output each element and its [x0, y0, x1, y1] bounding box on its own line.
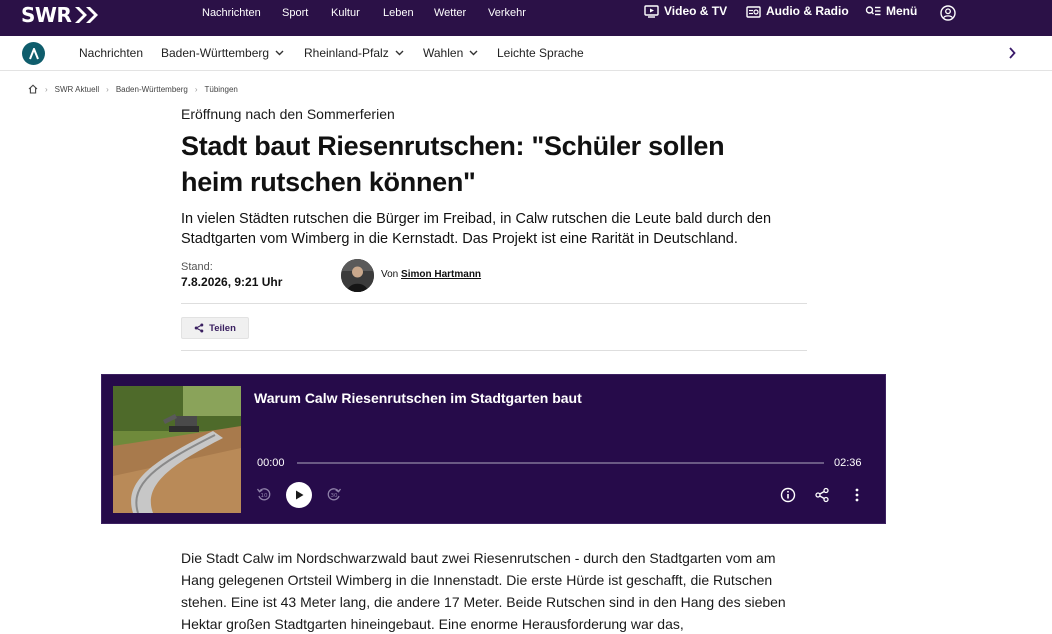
audio-thumbnail	[113, 386, 241, 513]
swr-logo[interactable]: SWR	[21, 3, 101, 27]
audio-player: Warum Calw Riesenrutschen im Stadtgarten…	[101, 374, 886, 524]
share-icon	[194, 323, 204, 333]
swr-aktuell-logo-icon[interactable]	[22, 42, 45, 65]
article-body-paragraph: Die Stadt Calw im Nordschwarzwald baut z…	[181, 550, 786, 632]
headline-line-2: heim rutschen können"	[181, 167, 476, 197]
topnav-wetter[interactable]: Wetter	[434, 7, 466, 19]
topnav-nachrichten[interactable]: Nachrichten	[202, 7, 261, 19]
account-button[interactable]	[940, 5, 961, 21]
top-bar: SWR Nachrichten Sport Kultur Leben Wette…	[0, 0, 1052, 36]
logo-chevrons-icon	[73, 6, 101, 24]
skip-forward-button[interactable]: 30	[325, 485, 343, 503]
breadcrumb-separator-icon: ›	[106, 84, 109, 94]
radio-icon	[746, 5, 761, 18]
author-name-link[interactable]: Simon Hartmann	[401, 269, 481, 280]
breadcrumb-baden-wuerttemberg[interactable]: Baden-Württemberg	[116, 85, 188, 94]
breadcrumb-separator-icon: ›	[45, 84, 48, 94]
audio-radio-link[interactable]: Audio & Radio	[746, 4, 849, 18]
subnav-label: Baden-Württemberg	[161, 46, 270, 60]
menu-button[interactable]: Menü	[865, 4, 917, 18]
header-divider	[181, 303, 807, 304]
secondary-nav: Nachrichten Baden-Württemberg Rheinland-…	[0, 36, 1052, 71]
menu-label: Menü	[886, 4, 918, 18]
audio-radio-label: Audio & Radio	[766, 4, 849, 18]
stand-label: Stand:	[181, 261, 213, 273]
forward-30-icon: 30	[327, 488, 342, 501]
video-tv-link[interactable]: Video & TV	[644, 4, 727, 18]
breadcrumb-tuebingen[interactable]: Tübingen	[205, 85, 238, 94]
audio-share-button[interactable]	[813, 486, 831, 504]
play-button[interactable]	[286, 482, 312, 508]
home-icon	[28, 84, 38, 94]
headline-line-1: Stadt baut Riesenrutschen: "Schüler soll…	[181, 131, 725, 161]
breadcrumb-home[interactable]	[28, 84, 38, 94]
user-icon	[940, 5, 956, 21]
subnav-leichte-sprache[interactable]: Leichte Sprache	[497, 46, 584, 60]
article-headline: Stadt baut Riesenrutschen: "Schüler soll…	[181, 128, 821, 200]
audio-current-time: 00:00	[257, 457, 285, 469]
article-lead: In vielen Städten rutschen die Bürger im…	[181, 211, 772, 247]
chevron-down-icon	[395, 50, 404, 56]
menu-search-icon	[865, 6, 881, 16]
info-icon	[780, 487, 796, 503]
breadcrumb-swr-aktuell[interactable]: SWR Aktuell	[55, 85, 99, 94]
skip-back-button[interactable]: 10	[255, 485, 273, 503]
share-label: Teilen	[209, 322, 236, 334]
subnav-rheinland-pfalz[interactable]: Rheinland-Pfalz	[304, 46, 404, 60]
audio-title: Warum Calw Riesenrutschen im Stadtgarten…	[254, 390, 582, 406]
share-icon	[815, 487, 829, 503]
audio-progress-slider[interactable]	[297, 462, 824, 464]
share-button[interactable]: Teilen	[181, 317, 249, 339]
topnav-kultur[interactable]: Kultur	[331, 7, 360, 19]
chevron-down-icon	[275, 50, 284, 56]
subnav-scroll-right-button[interactable]	[1008, 46, 1016, 64]
stand-date: 7.8.2026, 9:21 Uhr	[181, 275, 283, 289]
more-options-button[interactable]	[848, 486, 866, 504]
chevron-right-icon	[1009, 47, 1016, 59]
skip-back-seconds: 10	[261, 493, 268, 499]
rewind-10-icon: 10	[256, 488, 271, 501]
article-kicker: Eröffnung nach den Sommerferien	[181, 106, 395, 122]
header-divider-bottom	[181, 350, 807, 351]
audio-total-time: 02:36	[834, 457, 862, 469]
author-avatar[interactable]	[341, 259, 374, 292]
logo-text: SWR	[21, 3, 72, 27]
subnav-nachrichten[interactable]: Nachrichten	[79, 46, 143, 60]
subnav-baden-wuerttemberg[interactable]: Baden-Württemberg	[161, 46, 284, 60]
subnav-label: Rheinland-Pfalz	[304, 46, 389, 60]
video-tv-label: Video & TV	[664, 4, 728, 18]
subnav-wahlen[interactable]: Wahlen	[423, 46, 478, 60]
tv-icon	[644, 4, 659, 18]
more-vertical-icon	[855, 488, 859, 502]
author-byline: Von Simon Hartmann	[381, 269, 481, 280]
topnav-verkehr[interactable]: Verkehr	[488, 7, 526, 19]
breadcrumb: › SWR Aktuell › Baden-Württemberg › Tübi…	[28, 82, 238, 96]
subnav-label: Nachrichten	[79, 46, 144, 60]
skip-forward-seconds: 30	[331, 493, 338, 499]
chevron-down-icon	[469, 50, 478, 56]
subnav-label: Leichte Sprache	[497, 46, 584, 60]
subnav-label: Wahlen	[423, 46, 464, 60]
breadcrumb-separator-icon: ›	[194, 84, 198, 94]
topnav-sport[interactable]: Sport	[282, 7, 308, 19]
play-icon	[296, 490, 304, 500]
info-button[interactable]	[779, 486, 797, 504]
topnav-leben[interactable]: Leben	[383, 7, 414, 19]
author-prefix: Von	[381, 269, 399, 280]
